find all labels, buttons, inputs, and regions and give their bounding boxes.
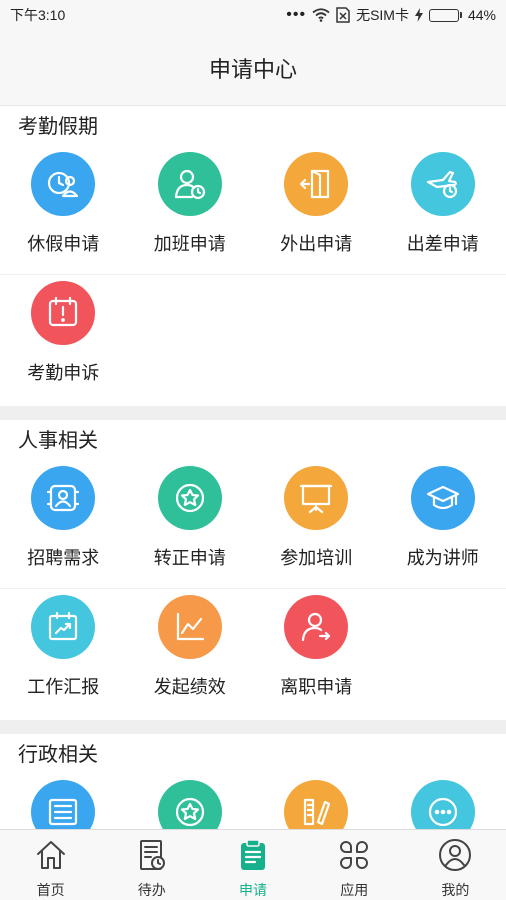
application-item[interactable]: 工作汇报 — [0, 589, 127, 720]
work-report-icon — [31, 595, 96, 659]
grid-row — [0, 774, 506, 829]
section-title: 人事相关 — [18, 430, 98, 452]
application-item-label: 参加培训 — [280, 548, 353, 568]
vacation-icon — [31, 152, 96, 216]
home-icon — [34, 838, 68, 877]
application-item-label: 外出申请 — [280, 234, 353, 254]
resignation-icon — [284, 595, 349, 659]
apps-icon — [337, 838, 371, 877]
application-item-label: 招聘需求 — [27, 548, 100, 568]
section: 行政相关 — [0, 734, 506, 829]
apply-icon — [236, 838, 270, 877]
page-title: 申请中心 — [208, 56, 297, 82]
regularization-icon — [157, 466, 222, 530]
application-item-label: 离职申请 — [280, 677, 353, 697]
training-icon — [284, 466, 349, 530]
list-icon — [31, 780, 96, 829]
tab-label: 申请 — [239, 882, 267, 898]
tab-home[interactable]: 首页 — [0, 830, 101, 900]
tab-label: 应用 — [340, 882, 369, 898]
section: 人事相关招聘需求 转正申请 参加培训 成为讲师工作汇报 发起绩效 离职申请 — [0, 420, 506, 720]
tab-apply[interactable]: 申请 — [202, 830, 303, 900]
application-item-label: 发起绩效 — [153, 677, 226, 697]
section-title: 考勤假期 — [18, 116, 98, 138]
application-item[interactable]: 发起绩效 — [127, 589, 254, 720]
status-time: 下午3:10 — [10, 7, 66, 23]
application-item-label: 转正申请 — [153, 548, 226, 568]
application-item[interactable]: 参加培训 — [253, 460, 380, 588]
application-item[interactable]: 出差申请 — [380, 146, 506, 274]
grid-row: 招聘需求 转正申请 参加培训 成为讲师 — [0, 460, 506, 588]
application-item[interactable] — [0, 774, 127, 829]
battery-percent: 44% — [467, 7, 496, 23]
tab-todo[interactable]: 待办 — [101, 830, 202, 900]
performance-icon — [157, 595, 222, 659]
attendance-appeal-icon — [31, 281, 96, 345]
stationery-icon — [284, 780, 349, 829]
more-icon — [410, 780, 475, 829]
wifi-icon — [312, 8, 330, 22]
tab-label: 待办 — [137, 882, 166, 898]
application-item-label: 工作汇报 — [27, 677, 100, 697]
no-sim-icon — [336, 7, 350, 23]
application-item-label: 考勤申诉 — [27, 363, 100, 383]
more-dots-icon: ••• — [286, 6, 307, 23]
application-item-label: 出差申请 — [406, 234, 479, 254]
overtime-icon — [157, 152, 222, 216]
application-list[interactable]: 考勤假期休假申请 加班申请 外出申请 出差申请考勤申诉人事相关招聘需求 转正申请 参加培训… — [0, 106, 506, 829]
application-item[interactable]: 成为讲师 — [380, 460, 506, 588]
grid-row: 休假申请 加班申请 外出申请 出差申请 — [0, 146, 506, 274]
star-icon — [157, 780, 222, 829]
application-item[interactable]: 休假申请 — [0, 146, 127, 274]
charging-icon — [414, 8, 423, 22]
section-divider — [0, 720, 506, 734]
section-title: 行政相关 — [18, 744, 98, 766]
section: 考勤假期休假申请 加班申请 外出申请 出差申请考勤申诉 — [0, 106, 506, 406]
profile-icon — [438, 838, 472, 877]
grid-row: 考勤申诉 — [0, 274, 506, 406]
tab-apps[interactable]: 应用 — [304, 830, 405, 900]
go-out-icon — [284, 152, 349, 216]
todo-icon — [135, 838, 169, 877]
carrier-text: 无SIM卡 — [356, 7, 409, 23]
header: 申请中心 — [0, 30, 506, 106]
application-item[interactable]: 招聘需求 — [0, 460, 127, 588]
application-item-label: 成为讲师 — [406, 548, 479, 568]
application-item[interactable]: 离职申请 — [253, 589, 380, 720]
lecturer-icon — [410, 466, 475, 530]
application-item[interactable] — [253, 774, 380, 829]
tab-profile[interactable]: 我的 — [405, 830, 506, 900]
section-divider — [0, 406, 506, 420]
application-item[interactable]: 外出申请 — [253, 146, 380, 274]
application-item[interactable]: 加班申请 — [127, 146, 254, 274]
bottom-tab-bar: 首页 待办 申请 应用 我的 — [0, 829, 506, 900]
status-bar: 下午3:10 ••• 无SIM卡 44% — [0, 0, 506, 30]
tab-label: 首页 — [36, 882, 65, 898]
grid-row: 工作汇报 发起绩效 离职申请 — [0, 588, 506, 720]
recruitment-icon — [31, 466, 96, 530]
application-item[interactable] — [380, 774, 506, 829]
application-item-label: 休假申请 — [27, 234, 100, 254]
application-item[interactable]: 转正申请 — [127, 460, 254, 588]
tab-label: 我的 — [441, 882, 470, 898]
battery-icon — [428, 8, 462, 22]
application-item-label: 加班申请 — [153, 234, 226, 254]
status-indicators: ••• 无SIM卡 44% — [286, 5, 496, 25]
business-trip-icon — [410, 152, 475, 216]
application-item[interactable]: 考勤申诉 — [0, 275, 127, 406]
application-item[interactable] — [127, 774, 254, 829]
